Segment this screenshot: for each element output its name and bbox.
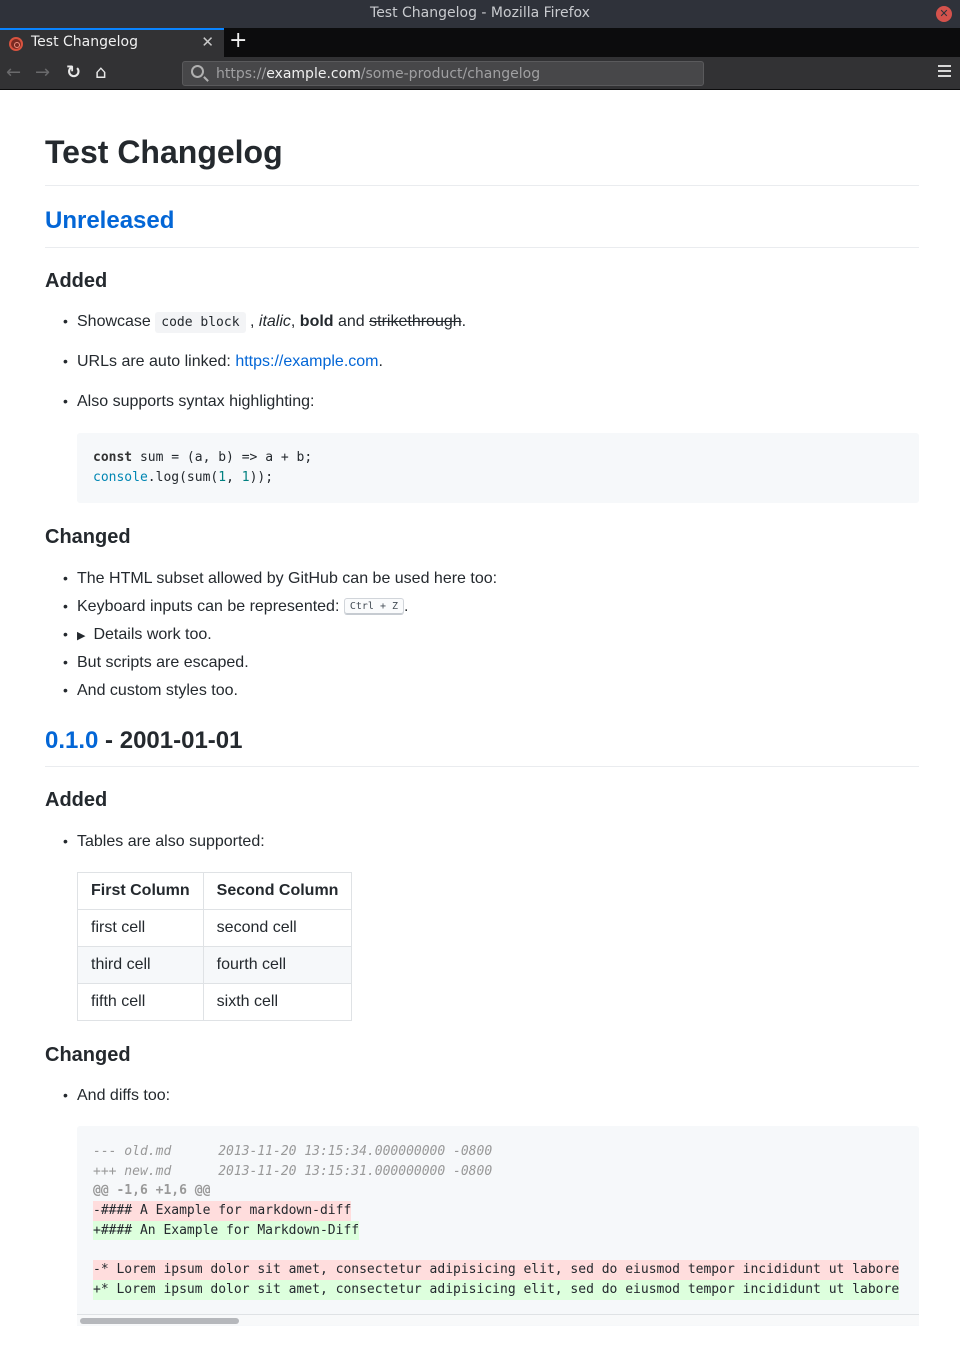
table-row: third cell fourth cell xyxy=(77,946,353,984)
number: 1 xyxy=(218,470,227,485)
table-row: first cell second cell xyxy=(77,909,353,947)
example-link[interactable]: https://example.com xyxy=(235,353,378,370)
diff-line-hunk: @@ -1,6 +1,6 @@ xyxy=(93,1183,211,1199)
list-item-styles: And custom styles too. xyxy=(63,682,238,700)
window-close-button[interactable]: ✕ xyxy=(936,6,952,22)
release-link-0-1-0[interactable]: 0.1.0 xyxy=(45,727,98,754)
code-text: sum = (a, b) => a + b; xyxy=(132,450,313,465)
back-arrow-icon[interactable]: ← xyxy=(6,62,21,84)
bold-text: bold xyxy=(299,313,334,330)
diff-code-block: --- old.md 2013-11-20 13:15:34.000000000… xyxy=(77,1126,919,1326)
list-item-showcase: Showcase code block , italic, bold and s… xyxy=(63,312,467,333)
release-heading-unreleased: Unreleased xyxy=(45,207,174,235)
strikethrough-text: strikethrough xyxy=(369,313,462,330)
text: . xyxy=(461,313,467,330)
code-text: .log(sum( xyxy=(147,470,219,485)
list-item-html-subset: The HTML subset allowed by GitHub can be… xyxy=(63,570,497,588)
separator: - xyxy=(98,727,120,754)
table-header: First Column xyxy=(77,872,204,910)
forward-arrow-icon[interactable]: → xyxy=(35,62,50,84)
list-item-syntax: Also supports syntax highlighting: xyxy=(63,393,314,411)
data-table: First Column Second Column first cell se… xyxy=(77,872,353,1021)
table-cell: third cell xyxy=(77,946,204,984)
new-tab-button[interactable]: + xyxy=(229,29,247,53)
details-summary[interactable]: Details work too. xyxy=(93,626,211,643)
url-scheme: https:// xyxy=(216,66,267,82)
url-bar[interactable]: https://example.com/some-product/changel… xyxy=(182,61,704,86)
diff-line-deleted: -#### A Example for markdown-diff xyxy=(93,1201,352,1221)
release-divider xyxy=(45,247,919,248)
diff-line-deleted: -* Lorem ipsum dolor sit amet, consectet… xyxy=(93,1260,900,1280)
title-divider xyxy=(45,185,919,186)
diff-line-blank xyxy=(93,1240,899,1260)
url-path: /some-product/changelog xyxy=(360,66,541,82)
code-text: , xyxy=(226,470,242,485)
page-title: Test Changelog xyxy=(45,134,283,170)
keyword: const xyxy=(93,450,133,465)
release-link-unreleased[interactable]: Unreleased xyxy=(45,207,174,234)
text: URLs are auto linked: xyxy=(77,353,236,370)
list-item-keyboard: Keyboard inputs can be represented: Ctrl… xyxy=(63,598,409,616)
list-item-scripts: But scripts are escaped. xyxy=(63,654,249,672)
number: 1 xyxy=(241,470,250,485)
reload-icon[interactable]: ↻ xyxy=(66,62,81,84)
tab-title: Test Changelog xyxy=(31,34,138,50)
home-icon[interactable]: ⌂ xyxy=(95,62,106,84)
hamburger-menu-icon[interactable] xyxy=(938,65,951,77)
favicon-icon xyxy=(9,37,23,51)
diff-line-new-file: +++ new.md 2013-11-20 13:15:31.000000000… xyxy=(93,1163,493,1179)
text: . xyxy=(378,353,383,370)
kbd-ctrl-z: Ctrl + Z xyxy=(343,598,405,616)
section-heading-changed: Changed xyxy=(45,1044,131,1066)
table-cell: fifth cell xyxy=(77,983,204,1021)
url-text[interactable]: https://example.com/some-product/changel… xyxy=(216,66,540,82)
table-row: fifth cell sixth cell xyxy=(77,983,353,1021)
release-heading-0-1-0: 0.1.0 - 2001-01-01 xyxy=(45,727,242,755)
text: , xyxy=(290,313,300,330)
diff-line-inserted: +#### An Example for Markdown-Diff xyxy=(93,1220,360,1241)
text: Keyboard inputs can be represented: xyxy=(77,598,344,615)
diff-horizontal-scrollbar[interactable] xyxy=(77,1314,919,1325)
url-host: example.com xyxy=(266,66,361,82)
list-item-urls: URLs are auto linked: https://example.co… xyxy=(63,353,383,371)
code-text: )); xyxy=(249,470,274,485)
text: . xyxy=(404,598,409,615)
table-cell: fourth cell xyxy=(202,946,353,984)
table-header-row: First Column Second Column xyxy=(77,872,353,910)
release-divider xyxy=(45,766,919,767)
text: , xyxy=(245,313,259,330)
tab-close-icon[interactable]: ✕ xyxy=(201,33,214,51)
builtin: console xyxy=(93,470,148,485)
tab-bar: Test Changelog ✕ + xyxy=(0,28,960,57)
section-heading-added: Added xyxy=(45,789,108,811)
code-line: const sum = (a, b) => a + b; xyxy=(93,448,903,468)
tab-test-changelog[interactable]: Test Changelog ✕ xyxy=(0,28,224,57)
table-cell: first cell xyxy=(77,909,204,947)
italic-text: italic xyxy=(258,313,291,330)
window-titlebar: Test Changelog - Mozilla Firefox ✕ xyxy=(0,0,960,28)
code-block: const sum = (a, b) => a + b; console.log… xyxy=(77,433,919,503)
diff-line-inserted: +* Lorem ipsum dolor sit amet, consectet… xyxy=(93,1279,900,1300)
text: Showcase xyxy=(77,313,156,330)
search-icon xyxy=(191,65,204,78)
list-item-diffs: And diffs too: xyxy=(63,1087,170,1105)
section-heading-added: Added xyxy=(45,270,108,292)
window-title: Test Changelog - Mozilla Firefox xyxy=(370,5,590,21)
inline-code: code block xyxy=(155,312,246,333)
release-date: 2001-01-01 xyxy=(119,727,243,754)
scrollbar-thumb[interactable] xyxy=(80,1318,239,1324)
code-line: console.log(sum(1, 1)); xyxy=(93,468,903,488)
section-heading-changed: Changed xyxy=(45,526,131,548)
list-item-tables: Tables are also supported: xyxy=(63,833,265,851)
table-header: Second Column xyxy=(202,872,353,910)
navigation-toolbar: ← → ↻ ⌂ https://example.com/some-product… xyxy=(0,57,960,90)
text: and xyxy=(333,313,370,330)
table-cell: sixth cell xyxy=(202,983,353,1021)
list-item-details[interactable]: ▶ Details work too. xyxy=(63,626,212,644)
disclosure-triangle-icon[interactable]: ▶ xyxy=(77,630,85,642)
diff-line-old-file: --- old.md 2013-11-20 13:15:34.000000000… xyxy=(93,1144,493,1159)
table-cell: second cell xyxy=(202,909,353,947)
